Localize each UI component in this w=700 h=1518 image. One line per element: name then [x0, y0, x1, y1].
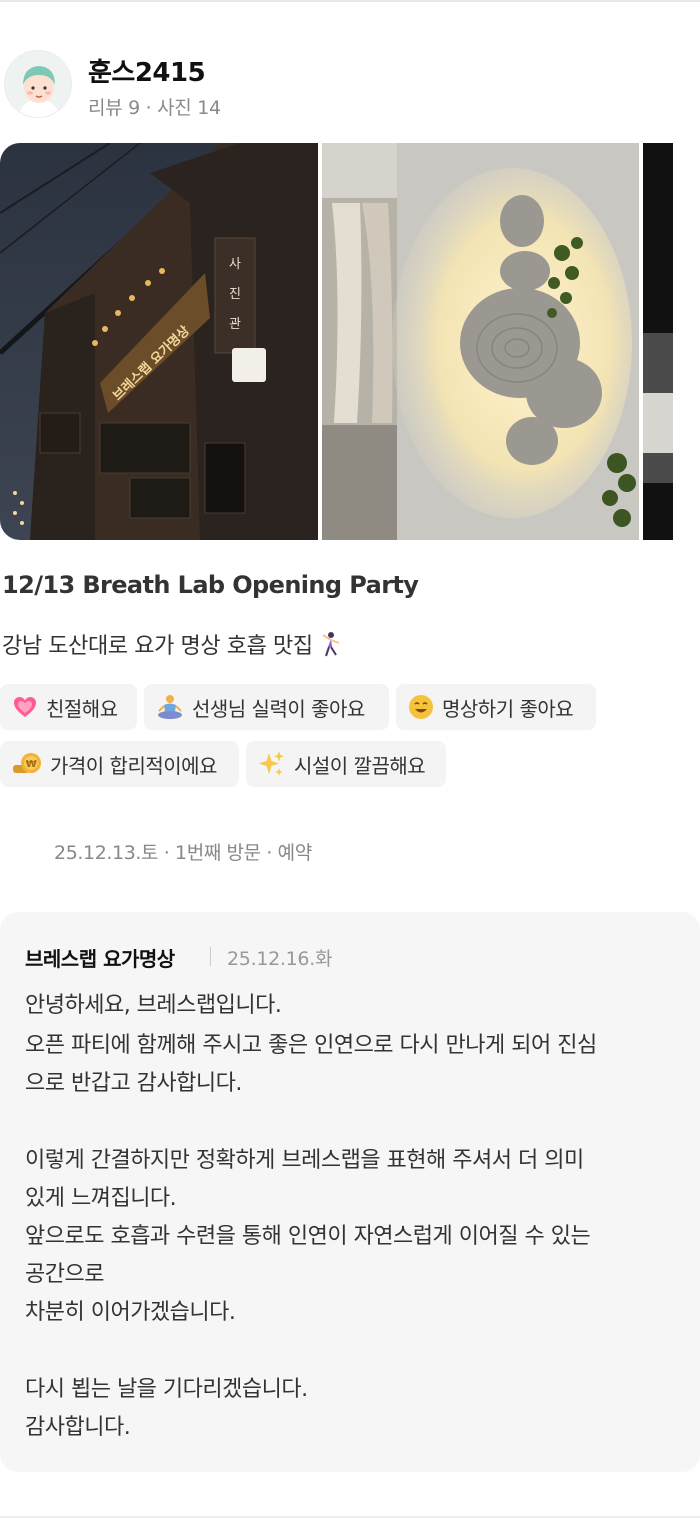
- tag-label: 명상하기 좋아요: [442, 696, 574, 721]
- reply-line: 공간으로: [25, 1262, 104, 1287]
- coin-icon: ₩: [13, 753, 41, 773]
- building-vertical-sign-2: 진: [229, 287, 241, 302]
- review-text-label: 강남 도산대로 요가 명상 호흡 맛집: [2, 634, 313, 659]
- avatar[interactable]: [4, 50, 72, 118]
- tag-label: 시설이 깔끔해요: [294, 753, 426, 778]
- tag-label: 가격이 합리적이에요: [50, 753, 217, 778]
- top-divider: [0, 0, 700, 2]
- building-vertical-sign: 사: [229, 257, 241, 272]
- user-stats: 리뷰 9 · 사진 14: [88, 97, 221, 119]
- tag-clean-facility[interactable]: 시설이 깔끔해요: [246, 741, 446, 787]
- user-name[interactable]: 훈스2415: [88, 52, 206, 89]
- tag-friendly[interactable]: 친절해요: [0, 684, 137, 730]
- dancing-person-icon: [322, 632, 340, 657]
- tag-teacher-skill[interactable]: 선생님 실력이 좋아요: [144, 684, 389, 730]
- owner-reply: 브레스랩 요가명상 25.12.16.화 안녕하세요, 브레스랩입니다. 오픈 …: [0, 912, 700, 1472]
- reply-line: 으로 반갑고 감사합니다.: [25, 1071, 242, 1096]
- reply-owner-name[interactable]: 브레스랩 요가명상: [25, 943, 175, 972]
- review-title: 12/13 Breath Lab Opening Party: [2, 571, 419, 599]
- avatar-illustration-icon: [5, 51, 71, 117]
- sparkles-icon: [259, 751, 284, 776]
- reply-line: 있게 느껴집니다.: [25, 1186, 177, 1211]
- tag-label: 선생님 실력이 좋아요: [192, 696, 365, 721]
- smiling-face-icon: [409, 695, 433, 719]
- photo-wall-lamp[interactable]: [322, 143, 639, 540]
- tag-good-for-meditation[interactable]: 명상하기 좋아요: [396, 684, 596, 730]
- reply-line: 앞으로도 호흡과 수련을 통해 인연이 자연스럽게 이어질 수 있는: [25, 1224, 591, 1249]
- visit-info: 25.12.13.토 · 1번째 방문 · 예약: [54, 842, 312, 864]
- reply-line: 다시 뵙는 날을 기다리겠습니다.: [25, 1377, 308, 1402]
- photo-building-exterior[interactable]: 브레스랩 요가명상 사 진 관: [0, 143, 318, 540]
- reply-line: 오픈 파티에 함께해 주시고 좋은 인연으로 다시 만나게 되어 진심: [25, 1033, 597, 1058]
- reply-divider: [210, 947, 211, 966]
- reply-date: 25.12.16.화: [227, 948, 333, 970]
- reply-line: 감사합니다.: [25, 1415, 131, 1440]
- tag-reasonable-price[interactable]: ₩ 가격이 합리적이에요: [0, 741, 239, 787]
- coin-symbol: ₩: [26, 759, 37, 770]
- reply-line: 차분히 이어가겠습니다.: [25, 1300, 236, 1325]
- review-text: 강남 도산대로 요가 명상 호흡 맛집: [2, 628, 343, 660]
- reply-line: 안녕하세요, 브레스랩입니다.: [25, 993, 282, 1018]
- meditating-person-icon: [158, 695, 182, 719]
- building-vertical-sign-3: 관: [229, 317, 241, 332]
- tag-label: 친절해요: [46, 696, 118, 721]
- photo-carousel[interactable]: 브레스랩 요가명상 사 진 관: [0, 143, 700, 540]
- heart-icon: [14, 697, 36, 717]
- photo-partial[interactable]: [643, 143, 673, 540]
- reply-line: 이렇게 간결하지만 정확하게 브레스랩을 표현해 주셔서 더 의미: [25, 1148, 584, 1173]
